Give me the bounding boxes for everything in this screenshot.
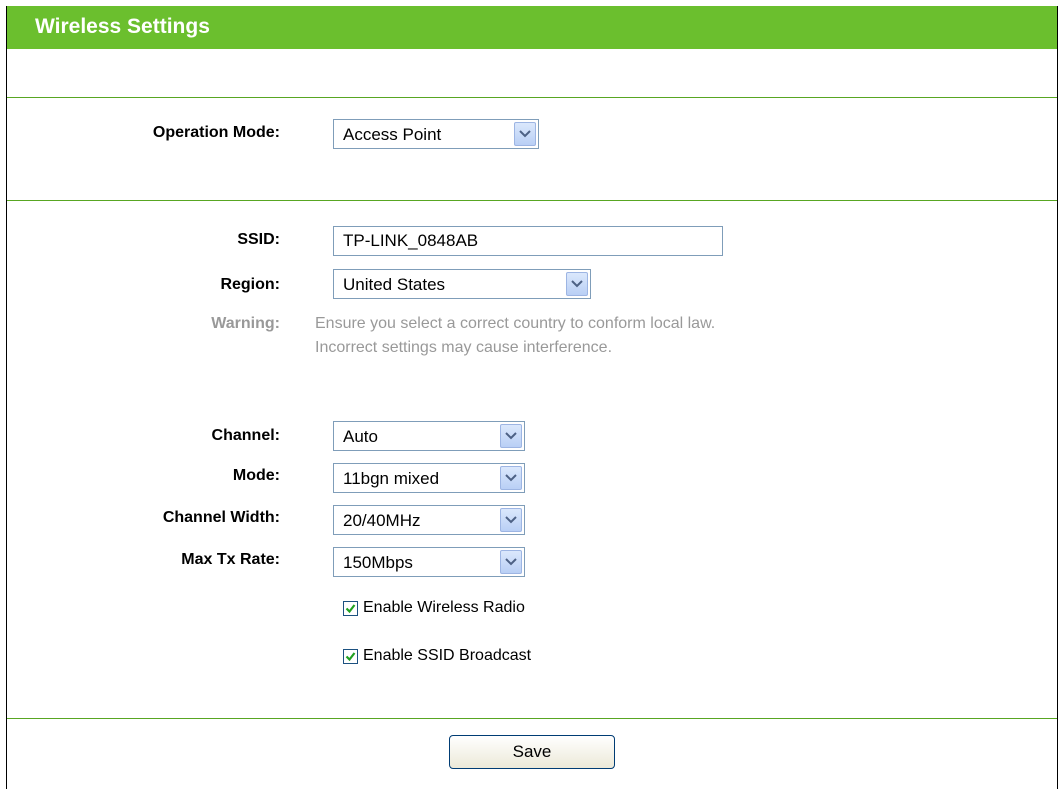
channel-label: Channel:: [211, 427, 280, 444]
channel-width-value: 20/40MHz: [343, 511, 421, 530]
channel-width-select[interactable]: 20/40MHz: [333, 505, 525, 535]
enable-ssid-broadcast-checkbox[interactable]: [343, 648, 358, 664]
ssid-label: SSID:: [237, 231, 280, 248]
warning-line-1: Ensure you select a correct country to c…: [315, 315, 716, 332]
max-tx-rate-select[interactable]: 150Mbps: [333, 547, 525, 577]
warning-label: Warning:: [211, 315, 280, 332]
enable-wireless-radio-row[interactable]: Enable Wireless Radio: [343, 599, 525, 617]
max-tx-rate-value: 150Mbps: [343, 553, 413, 572]
chevron-down-icon[interactable]: [566, 272, 588, 296]
enable-wireless-radio-label: Enable Wireless Radio: [363, 599, 525, 616]
mode-label: Mode:: [232, 467, 280, 484]
operation-mode-select[interactable]: Access Point: [333, 119, 539, 149]
chevron-down-icon[interactable]: [500, 550, 522, 574]
region-select[interactable]: United States: [333, 269, 591, 299]
chevron-down-icon[interactable]: [500, 424, 522, 448]
channel-value: Auto: [343, 427, 378, 446]
enable-ssid-broadcast-label: Enable SSID Broadcast: [363, 647, 532, 664]
save-button[interactable]: Save: [449, 735, 615, 769]
region-value: United States: [343, 275, 446, 294]
warning-line-2: Incorrect settings may cause interferenc…: [315, 339, 613, 356]
operation-mode-label: Operation Mode:: [152, 124, 280, 141]
mode-select[interactable]: 11bgn mixed: [333, 463, 525, 493]
operation-mode-value: Access Point: [343, 125, 442, 144]
wireless-settings-panel: Wireless Settings Operation Mode: Access…: [6, 6, 1058, 789]
region-label: Region:: [220, 276, 280, 293]
chevron-down-icon[interactable]: [500, 508, 522, 532]
chevron-down-icon[interactable]: [500, 466, 522, 490]
enable-wireless-radio-checkbox[interactable]: [343, 600, 358, 616]
ssid-input-field[interactable]: [343, 231, 703, 251]
divider: [7, 200, 1057, 201]
channel-width-label: Channel Width:: [162, 509, 280, 526]
channel-select[interactable]: Auto: [333, 421, 525, 451]
mode-value: 11bgn mixed: [343, 469, 440, 488]
max-tx-rate-label: Max Tx Rate:: [181, 551, 280, 568]
chevron-down-icon[interactable]: [514, 122, 536, 146]
page-title: Wireless Settings: [35, 15, 210, 38]
divider: [7, 97, 1057, 98]
header-bar: Wireless Settings: [7, 6, 1057, 49]
ssid-input[interactable]: [333, 226, 723, 256]
warning-text: Ensure you select a correct country to c…: [315, 312, 715, 360]
divider: [7, 718, 1057, 719]
enable-ssid-broadcast-row[interactable]: Enable SSID Broadcast: [343, 647, 531, 665]
